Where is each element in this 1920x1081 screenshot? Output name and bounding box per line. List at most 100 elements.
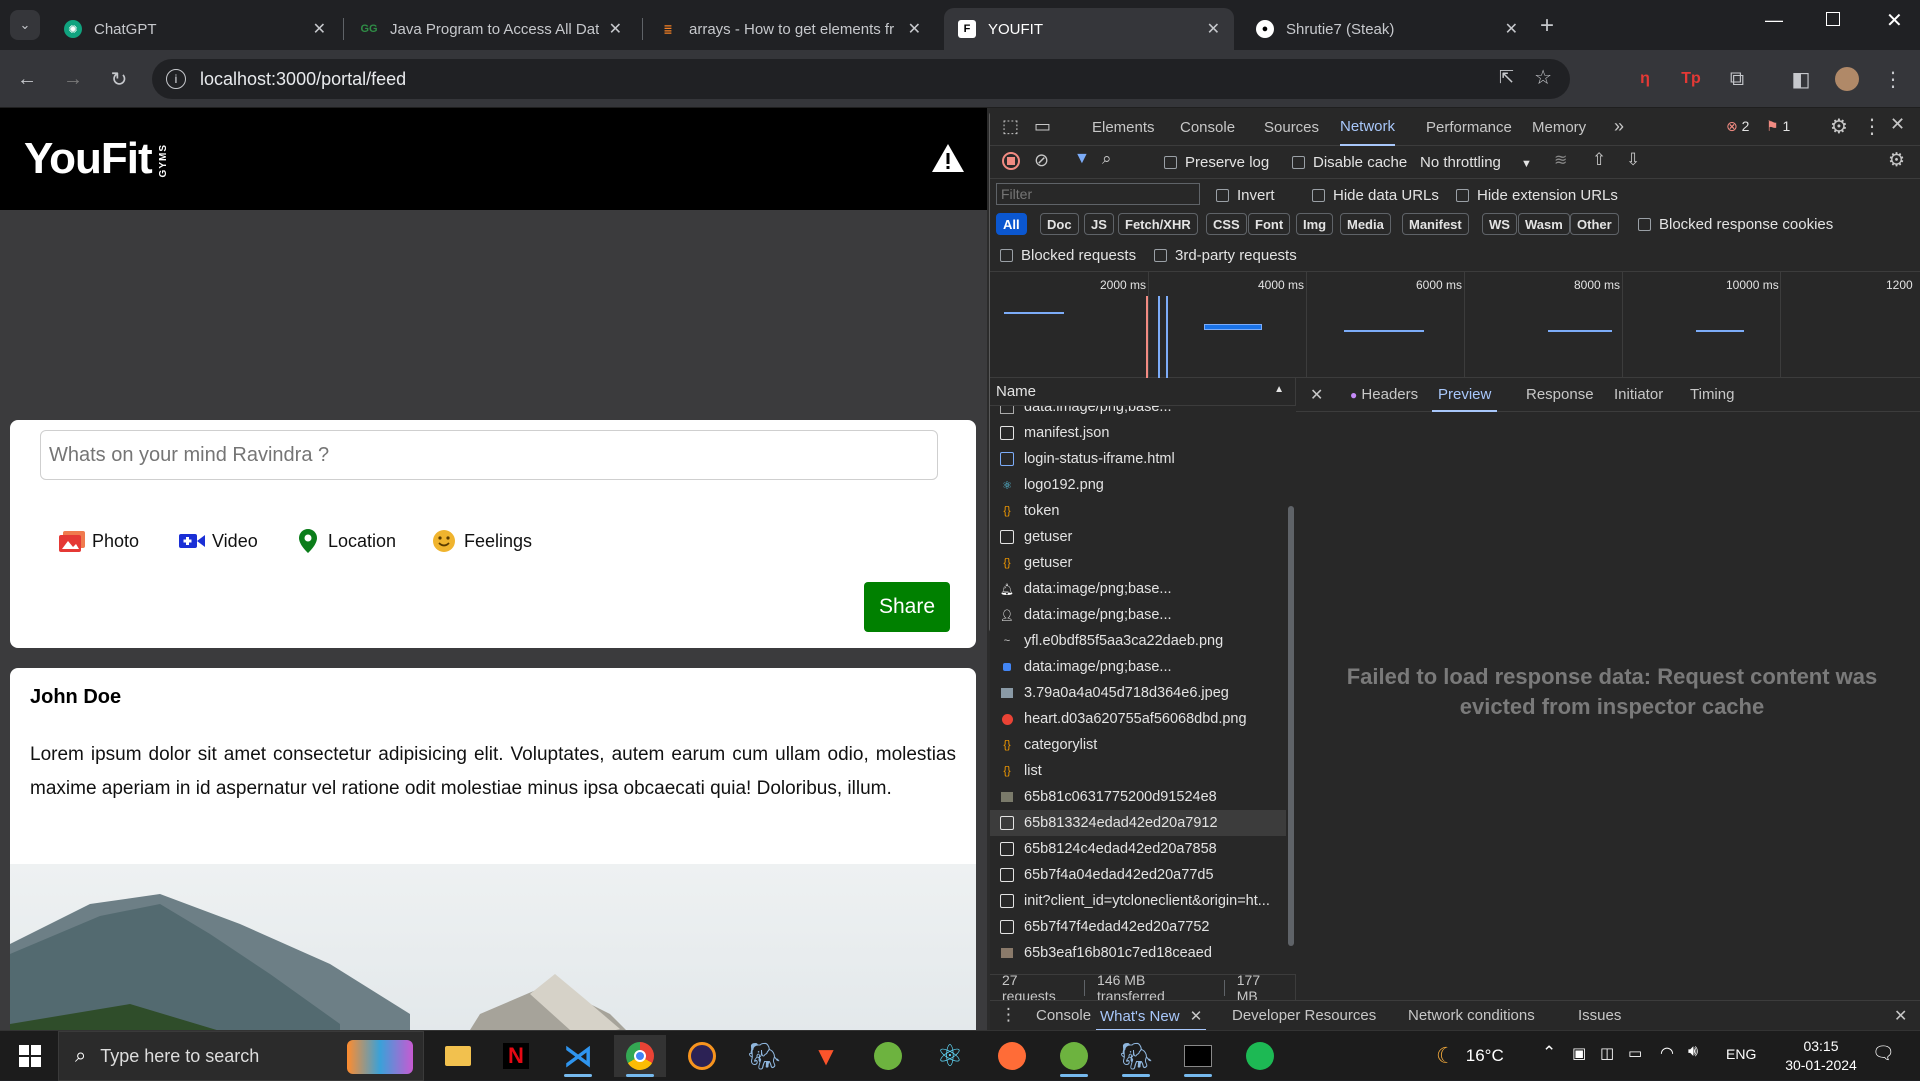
youfit-logo[interactable]: YouFit	[24, 134, 153, 184]
type-filter-fetch-xhr[interactable]: Fetch/XHR	[1118, 213, 1198, 235]
devtools-tab-memory[interactable]: Memory	[1532, 108, 1586, 146]
drawer-tab-developer-resources[interactable]: Developer Resources	[1232, 1007, 1376, 1024]
profile-avatar[interactable]	[1832, 64, 1862, 94]
devtools-tab-elements[interactable]: Elements	[1092, 108, 1155, 146]
restore-button[interactable]	[1826, 12, 1840, 26]
chrome-icon[interactable]	[614, 1035, 666, 1077]
bookmark-star-icon[interactable]: ☆	[1534, 65, 1552, 90]
side-panel-icon[interactable]: ◧	[1786, 64, 1816, 94]
request-row[interactable]: 65b3eaf16b801c7ed18ceaed	[990, 940, 1286, 966]
browser-tab-java[interactable]: GG Java Program to Access All Data ✕	[346, 8, 636, 50]
eclipse-icon[interactable]	[676, 1035, 728, 1077]
request-row[interactable]: heart.d03a620755af56068dbd.png	[990, 706, 1286, 732]
tray-meet-icon[interactable]: ▣	[1572, 1044, 1586, 1062]
drawer-menu-icon[interactable]: ⋮	[1000, 1005, 1017, 1025]
devtools-close-icon[interactable]: ✕	[1890, 114, 1905, 135]
type-filter-css[interactable]: CSS	[1206, 213, 1247, 235]
preserve-log-checkbox[interactable]: Preserve log	[1164, 154, 1269, 171]
request-row[interactable]: {} categorylist	[990, 732, 1286, 758]
network-filter-input[interactable]	[996, 183, 1200, 205]
site-info-icon[interactable]: i	[166, 69, 186, 89]
video-option[interactable]: Video	[178, 528, 258, 554]
import-har-icon[interactable]: ⇧	[1592, 150, 1606, 170]
devtools-menu-icon[interactable]: ⋮	[1862, 114, 1882, 139]
request-row[interactable]: login-status-iframe.html	[990, 446, 1286, 472]
address-bar[interactable]: i localhost:3000/portal/feed ⇱ ☆	[152, 59, 1570, 99]
tab-search-button[interactable]: ⌄	[10, 10, 40, 40]
type-filter-doc[interactable]: Doc	[1040, 213, 1079, 235]
back-button[interactable]: ←	[12, 64, 42, 94]
close-tab-icon[interactable]: ✕	[1505, 19, 1518, 39]
photo-option[interactable]: Photo	[58, 528, 139, 554]
tray-display-icon[interactable]: ◫	[1600, 1044, 1614, 1062]
spring-tool-suite-icon[interactable]	[862, 1035, 914, 1077]
request-list-scrollbar[interactable]	[1286, 406, 1296, 974]
browser-tab-youfit[interactable]: F YOUFIT ✕	[944, 8, 1234, 50]
request-row[interactable]: 65b7f4a04edad42ed20a77d5	[990, 862, 1286, 888]
type-filter-ws[interactable]: WS	[1482, 213, 1517, 235]
open-in-app-icon[interactable]: ⇱	[1499, 67, 1514, 88]
post-composer-input[interactable]	[40, 430, 938, 480]
detail-tab-response[interactable]: Response	[1526, 386, 1594, 403]
close-drawer-icon[interactable]: ✕	[1894, 1006, 1907, 1026]
request-list-scrollbar-thumb[interactable]	[1288, 506, 1294, 946]
close-tab-icon[interactable]: ✕	[609, 19, 622, 39]
error-count-badge[interactable]: ⊗ 2	[1726, 118, 1749, 135]
type-filter-media[interactable]: Media	[1340, 213, 1391, 235]
request-row-selected[interactable]: 65b813324edad42ed20a7912	[990, 810, 1286, 836]
request-row[interactable]: 65b81c0631775200d91524e8	[990, 784, 1286, 810]
extension-tp-icon[interactable]: Tp	[1676, 64, 1706, 94]
feelings-option[interactable]: Feelings	[430, 528, 532, 554]
close-tab-icon[interactable]: ✕	[1207, 19, 1220, 39]
notifications-icon[interactable]: 🗨︎	[1872, 1043, 1895, 1064]
type-filter-all[interactable]: All	[996, 213, 1027, 235]
request-row[interactable]: data:image/png;base...	[990, 406, 1286, 420]
weather-widget[interactable]: ☾ 16°C	[1436, 1043, 1504, 1069]
close-detail-icon[interactable]: ✕	[1310, 385, 1323, 405]
name-column-header[interactable]: Name ▲	[990, 378, 1296, 406]
throttling-select[interactable]: No throttling ▼	[1420, 154, 1532, 171]
detail-tab-headers[interactable]: ● Headers	[1350, 386, 1418, 403]
new-tab-button[interactable]: +	[1540, 12, 1554, 40]
forward-button[interactable]: →	[58, 64, 88, 94]
tray-volume-icon[interactable]: 🔊︎	[1688, 1043, 1698, 1061]
inspect-element-icon[interactable]: ⬚	[1002, 116, 1019, 137]
request-row[interactable]: 65b8124c4edad42ed20a7858	[990, 836, 1286, 862]
spotify-icon[interactable]	[1234, 1035, 1286, 1077]
detail-tab-timing[interactable]: Timing	[1690, 386, 1734, 403]
invert-checkbox[interactable]: Invert	[1216, 187, 1275, 204]
reload-button[interactable]: ↻	[104, 64, 134, 94]
more-tabs-icon[interactable]: »	[1614, 116, 1624, 137]
type-filter-js[interactable]: JS	[1084, 213, 1114, 235]
request-row[interactable]: 65b7f47f4edad42ed20a7752	[990, 914, 1286, 940]
request-row[interactable]: init?client_id=ytcloneclient&origin=ht..…	[990, 888, 1286, 914]
type-filter-manifest[interactable]: Manifest	[1402, 213, 1469, 235]
postgresql-icon[interactable]: 🐘︎	[738, 1035, 790, 1077]
close-tab-icon[interactable]: ✕	[313, 19, 326, 39]
hide-extension-urls-checkbox[interactable]: Hide extension URLs	[1456, 187, 1618, 204]
share-button[interactable]: Share	[864, 582, 950, 632]
request-row[interactable]: 🔔︎ data:image/png;base...	[990, 576, 1286, 602]
blocked-response-cookies-checkbox[interactable]: Blocked response cookies	[1638, 216, 1833, 233]
request-row[interactable]: ⚛ logo192.png	[990, 472, 1286, 498]
request-row[interactable]: {} list	[990, 758, 1286, 784]
browser-tab-chatgpt[interactable]: ✺ ChatGPT ✕	[50, 8, 340, 50]
detail-tab-preview[interactable]: Preview	[1432, 378, 1498, 412]
drawer-tab-network-conditions[interactable]: Network conditions	[1408, 1007, 1535, 1024]
network-settings-icon[interactable]: ⚙	[1888, 149, 1905, 172]
request-row[interactable]: {} token	[990, 498, 1286, 524]
hide-data-urls-checkbox[interactable]: Hide data URLs	[1312, 187, 1439, 204]
detail-tab-initiator[interactable]: Initiator	[1614, 386, 1663, 403]
request-row[interactable]: manifest.json	[990, 420, 1286, 446]
tray-wifi-icon[interactable]: ◠	[1660, 1043, 1674, 1063]
type-filter-other[interactable]: Other	[1570, 213, 1619, 235]
close-drawer-tab-icon[interactable]: ✕	[1190, 1008, 1203, 1025]
network-conditions-icon[interactable]: ≋	[1554, 150, 1567, 170]
input-language[interactable]: ENG	[1726, 1046, 1756, 1062]
export-har-icon[interactable]: ⇩	[1626, 150, 1640, 170]
filter-funnel-icon[interactable]: ▼	[1074, 150, 1090, 168]
browser-tab-stackoverflow[interactable]: ≣ arrays - How to get elements fr ✕	[645, 8, 935, 50]
location-option[interactable]: Location	[294, 528, 396, 554]
blocked-requests-checkbox[interactable]: Blocked requests	[1000, 247, 1136, 264]
devtools-tab-console[interactable]: Console	[1180, 108, 1235, 146]
